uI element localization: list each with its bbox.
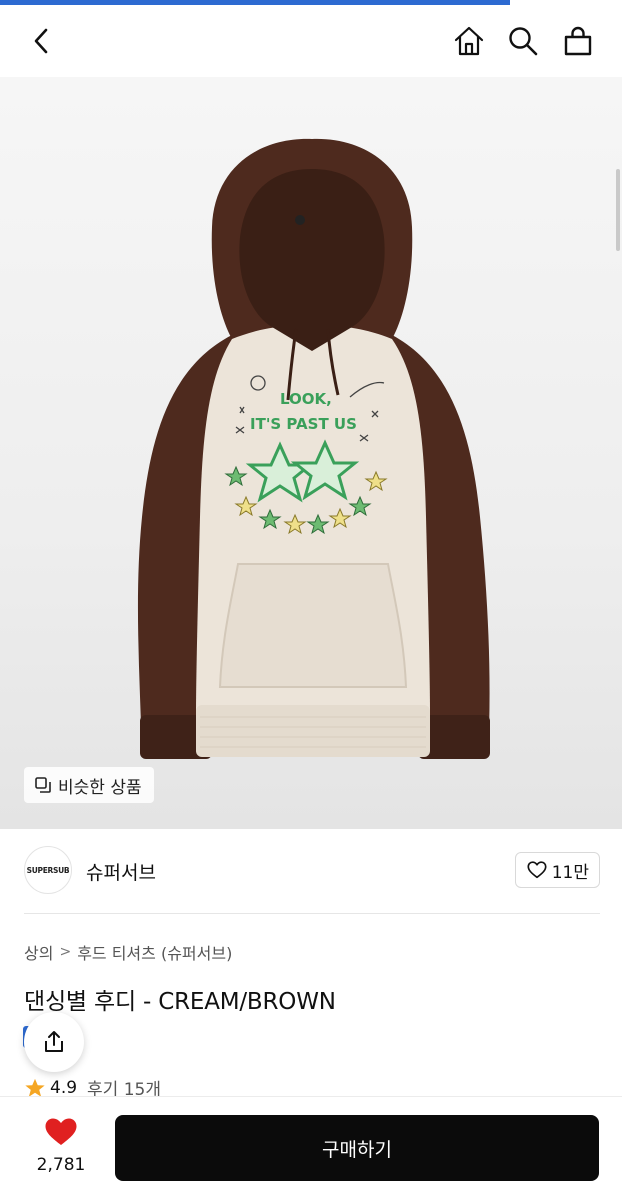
product-title: 댄싱별 후디 - CREAM/BROWN	[24, 989, 336, 1015]
top-header	[0, 5, 622, 77]
buy-button-label: 구매하기	[322, 1138, 392, 1161]
shopping-bag-icon	[564, 26, 592, 56]
print-text-look: LOOK,	[280, 390, 332, 408]
bottom-action-bar: 2,781 구매하기	[0, 1096, 622, 1200]
breadcrumb: 상의 > 후드 티셔츠 (슈퍼서브)	[24, 940, 232, 964]
share-button[interactable]	[24, 1012, 84, 1072]
heart-filled-icon	[45, 1118, 77, 1145]
brand-logo[interactable]: SUPERSUB	[24, 846, 72, 894]
home-button[interactable]	[451, 23, 487, 59]
wishlist-count: 2,781	[36, 1155, 86, 1175]
share-icon	[45, 1031, 63, 1052]
buy-button[interactable]: 구매하기	[115, 1115, 599, 1181]
product-image[interactable]: LOOK, IT'S PAST US 비슷한 상품	[0, 77, 622, 829]
print-text-past: IT'S PAST US	[250, 415, 357, 433]
chevron-left-icon	[34, 28, 48, 54]
search-icon	[509, 27, 538, 56]
brand-like-count: 11만	[551, 862, 589, 883]
brand-logo-text: SUPERSUB	[26, 865, 70, 875]
hoodie-photo: LOOK, IT'S PAST US	[137, 138, 490, 759]
heart-outline-icon	[527, 861, 547, 879]
cart-button[interactable]	[560, 23, 596, 59]
home-icon	[454, 26, 484, 56]
brand-name[interactable]: 슈퍼서브	[86, 858, 156, 885]
brand-like-button[interactable]: 11만	[514, 852, 600, 888]
breadcrumb-item-hoodie[interactable]: 후드 티셔츠 (슈퍼서브)	[77, 940, 232, 964]
wishlist-button[interactable]: 2,781	[28, 1117, 94, 1183]
section-divider	[24, 913, 600, 914]
back-button[interactable]	[24, 23, 60, 59]
copy-squares-icon	[35, 777, 51, 793]
search-button[interactable]	[505, 23, 541, 59]
similar-products-label: 비슷한 상품	[58, 777, 142, 798]
similar-products-button[interactable]: 비슷한 상품	[24, 767, 154, 803]
brand-row[interactable]: SUPERSUB 슈퍼서브 11만	[24, 842, 600, 902]
breadcrumb-item-top[interactable]: 상의	[24, 940, 53, 964]
image-scrollbar[interactable]	[616, 169, 620, 251]
breadcrumb-separator: >	[59, 944, 72, 960]
rating-score: 4.9	[50, 1077, 78, 1098]
product-page: LOOK, IT'S PAST US 비슷한 상품 SUPERSUB 슈퍼서브 …	[0, 0, 622, 1200]
page-loading-bar	[0, 0, 511, 5]
